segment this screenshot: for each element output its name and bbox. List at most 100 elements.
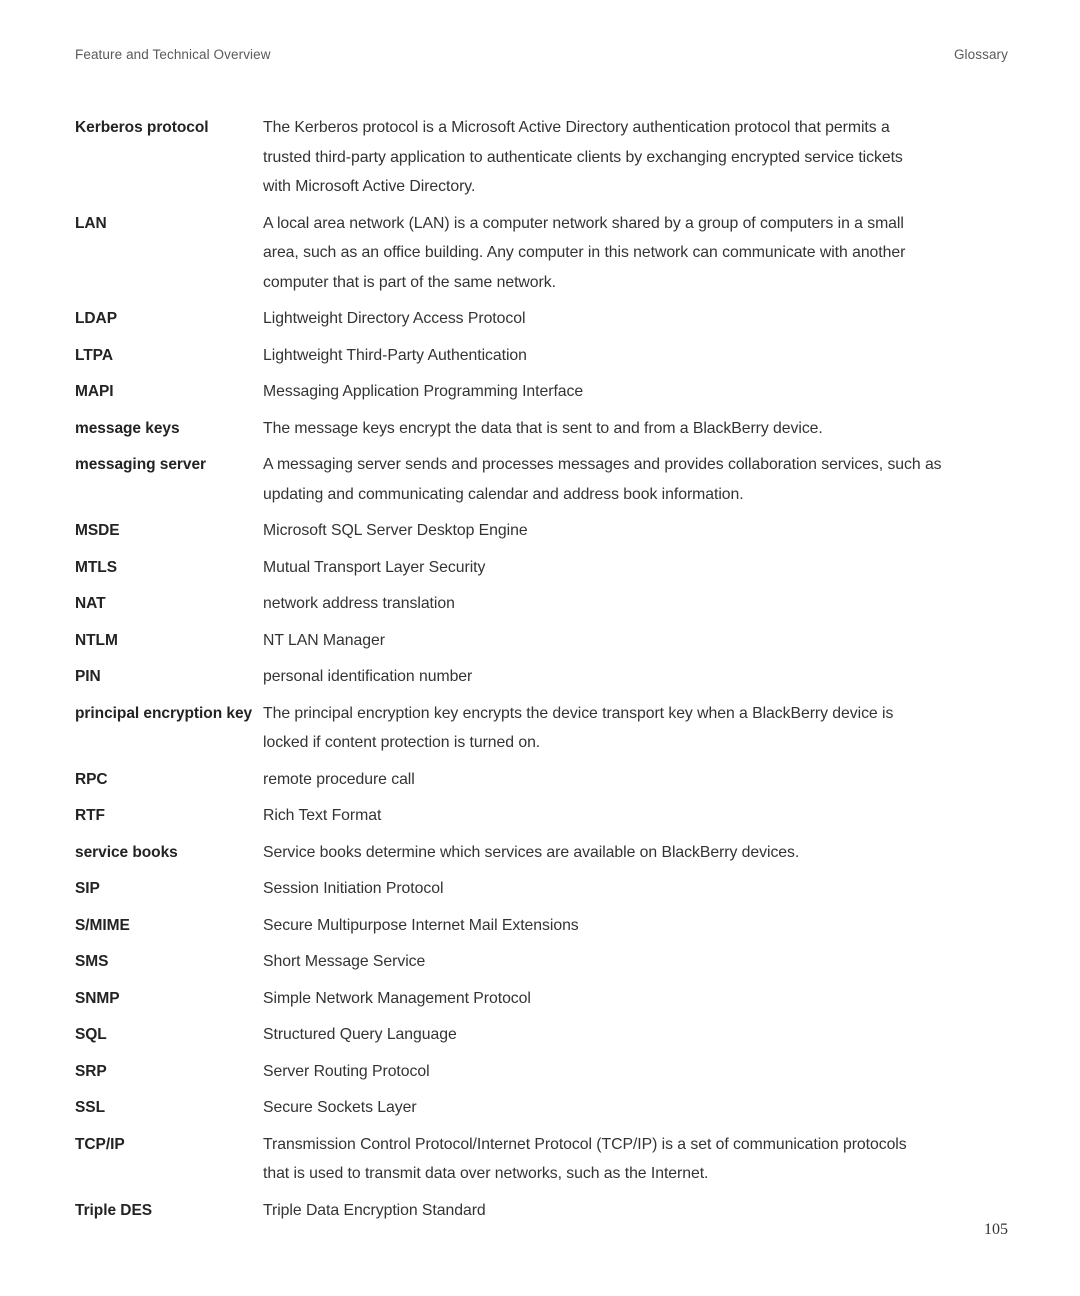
- glossary-definition-line: Secure Sockets Layer: [263, 1099, 417, 1116]
- glossary-definition-line: Lightweight Directory Access Protocol: [263, 310, 526, 327]
- glossary-term: RTF: [75, 807, 105, 824]
- glossary-definition-line: Lightweight Third-Party Authentication: [263, 346, 527, 364]
- glossary-definition: NT LAN Manager: [263, 626, 1005, 656]
- glossary-term: service books: [75, 843, 178, 861]
- glossary-definition-line: computer that is part of the same networ…: [263, 273, 556, 291]
- glossary-definition: Lightweight Directory Access Protocol: [263, 304, 1005, 334]
- glossary-definition: Messaging Application Programming Interf…: [263, 377, 1005, 407]
- document-page: Feature and Technical Overview Glossary …: [0, 0, 1080, 1296]
- glossary-term: SSL: [75, 1099, 105, 1116]
- glossary-definition-line: Mutual Transport Layer Security: [263, 558, 486, 576]
- glossary-term: MAPI: [75, 383, 114, 400]
- glossary-definition: Session Initiation Protocol: [263, 874, 1005, 904]
- glossary-definition-line: network address translation: [263, 595, 455, 612]
- glossary-definition-line: locked if content protection is turned o…: [263, 734, 541, 751]
- glossary-term: SQL: [75, 1026, 107, 1043]
- glossary-definition-line: The principal encryption key encrypts th…: [263, 704, 894, 722]
- glossary-entry: SQL Structured Query Language: [75, 1020, 1005, 1050]
- glossary-term: MSDE: [75, 522, 120, 539]
- glossary-definition-line: NT LAN Manager: [263, 631, 385, 649]
- glossary-term: MTLS: [75, 558, 117, 576]
- glossary-definition-line: A local area network (LAN) is a computer…: [263, 214, 904, 232]
- glossary-definition-line: Secure Multipurpose Internet Mail Extens…: [263, 916, 579, 934]
- glossary-term: message keys: [75, 419, 180, 437]
- glossary-entry: SRP Server Routing Protocol: [75, 1057, 1005, 1087]
- glossary-term: RPC: [75, 770, 108, 788]
- glossary-definition: A local area network (LAN) is a computer…: [263, 209, 1005, 298]
- glossary-definition-line: area, such as an office building. Any co…: [263, 244, 906, 261]
- glossary-definition-line: that is used to transmit data over netwo…: [263, 1165, 709, 1182]
- glossary-definition: Secure Sockets Layer: [263, 1093, 1005, 1123]
- glossary-term: PIN: [75, 668, 101, 685]
- glossary-term: NAT: [75, 595, 106, 612]
- glossary-term: SIP: [75, 880, 100, 897]
- glossary-definition: Server Routing Protocol: [263, 1057, 1005, 1087]
- glossary-definition-line: updating and communicating calendar and …: [263, 485, 744, 503]
- glossary-entry: S/MIME Secure Multipurpose Internet Mail …: [75, 911, 1005, 941]
- glossary-entry: message keys The message keys encrypt the…: [75, 414, 1005, 444]
- glossary-definition-line: with Microsoft Active Directory.: [263, 178, 476, 195]
- header-document-title: Feature and Technical Overview: [75, 47, 271, 62]
- glossary-definition-line: Messaging Application Programming Interf…: [263, 383, 584, 400]
- glossary-entry: SSL Secure Sockets Layer: [75, 1093, 1005, 1123]
- glossary-term: SNMP: [75, 989, 120, 1007]
- glossary-term: S/MIME: [75, 916, 130, 934]
- glossary-definition: Microsoft SQL Server Desktop Engine: [263, 516, 1005, 546]
- glossary-definition-line: A messaging server sends and processes m…: [263, 456, 942, 473]
- glossary-term: NTLM: [75, 631, 118, 649]
- glossary-term: messaging server: [75, 456, 207, 473]
- glossary-entry: messaging server A messaging server sends…: [75, 450, 1005, 509]
- glossary-entry: LDAP Lightweight Directory Access Protoco…: [75, 304, 1005, 334]
- glossary-definition: network address translation: [263, 589, 1005, 619]
- glossary-definition: The principal encryption key encrypts th…: [263, 699, 1005, 758]
- glossary-entry: SIP Session Initiation Protocol: [75, 874, 1005, 904]
- glossary-definition-line: The message keys encrypt the data that i…: [263, 419, 823, 437]
- glossary-term: LTPA: [75, 346, 113, 364]
- glossary-definition: personal identification number: [263, 662, 1005, 692]
- glossary-entry: MSDE Microsoft SQL Server Desktop Engine: [75, 516, 1005, 546]
- glossary-term: SRP: [75, 1062, 107, 1080]
- glossary-definition: Service books determine which services a…: [263, 838, 1005, 868]
- glossary-term: TCP/IP: [75, 1135, 125, 1153]
- glossary-list: Kerberos protocol The Kerberos protocol i…: [75, 113, 1005, 1232]
- glossary-entry: TCP/IP Transmission Control Protocol/Inte…: [75, 1130, 1005, 1189]
- glossary-entry: service books Service books determine whi…: [75, 838, 1005, 868]
- glossary-entry: MAPI Messaging Application Programming In…: [75, 377, 1005, 407]
- glossary-definition: remote procedure call: [263, 765, 1005, 795]
- glossary-entry: SNMP Simple Network Management Protocol: [75, 984, 1005, 1014]
- glossary-term: SMS: [75, 953, 109, 970]
- glossary-definition-line: Server Routing Protocol: [263, 1062, 430, 1080]
- glossary-definition-line: remote procedure call: [263, 770, 415, 788]
- glossary-entry: MTLS Mutual Transport Layer Security: [75, 553, 1005, 583]
- glossary-definition-line: Rich Text Format: [263, 807, 382, 824]
- glossary-entry: PIN personal identification number: [75, 662, 1005, 692]
- glossary-entry: RTF Rich Text Format: [75, 801, 1005, 831]
- glossary-entry: LTPA Lightweight Third-Party Authenticati…: [75, 341, 1005, 371]
- glossary-entry: RPC remote procedure call: [75, 765, 1005, 795]
- glossary-definition-line: Microsoft SQL Server Desktop Engine: [263, 522, 528, 539]
- running-header: Feature and Technical Overview Glossary: [75, 47, 1008, 62]
- glossary-definition-line: Transmission Control Protocol/Internet P…: [263, 1135, 907, 1153]
- glossary-term: Kerberos protocol: [75, 119, 209, 136]
- glossary-definition-line: personal identification number: [263, 668, 473, 685]
- glossary-definition: Mutual Transport Layer Security: [263, 553, 1005, 583]
- glossary-definition: A messaging server sends and processes m…: [263, 450, 1005, 509]
- glossary-term: LAN: [75, 214, 107, 232]
- glossary-definition-line: Service books determine which services a…: [263, 843, 800, 861]
- glossary-definition-line: trusted third-party application to authe…: [263, 148, 903, 166]
- glossary-entry: NAT network address translation: [75, 589, 1005, 619]
- glossary-term: principal encryption key: [75, 704, 253, 722]
- glossary-term: LDAP: [75, 310, 117, 327]
- glossary-entry: SMS Short Message Service: [75, 947, 1005, 977]
- glossary-definition: Transmission Control Protocol/Internet P…: [263, 1130, 1005, 1189]
- glossary-definition: Structured Query Language: [263, 1020, 1005, 1050]
- header-section-title: Glossary: [953, 47, 1008, 62]
- glossary-definition: The Kerberos protocol is a Microsoft Act…: [263, 113, 1005, 202]
- glossary-entry: Kerberos protocol The Kerberos protocol i…: [75, 113, 1005, 202]
- glossary-definition-line: Session Initiation Protocol: [263, 880, 444, 897]
- glossary-definition: The message keys encrypt the data that i…: [263, 414, 1005, 444]
- page-number: 105: [984, 1221, 1008, 1238]
- glossary-definition: Simple Network Management Protocol: [263, 984, 1005, 1014]
- glossary-definition-line: Simple Network Management Protocol: [263, 989, 531, 1007]
- glossary-definition-line: Structured Query Language: [263, 1026, 457, 1043]
